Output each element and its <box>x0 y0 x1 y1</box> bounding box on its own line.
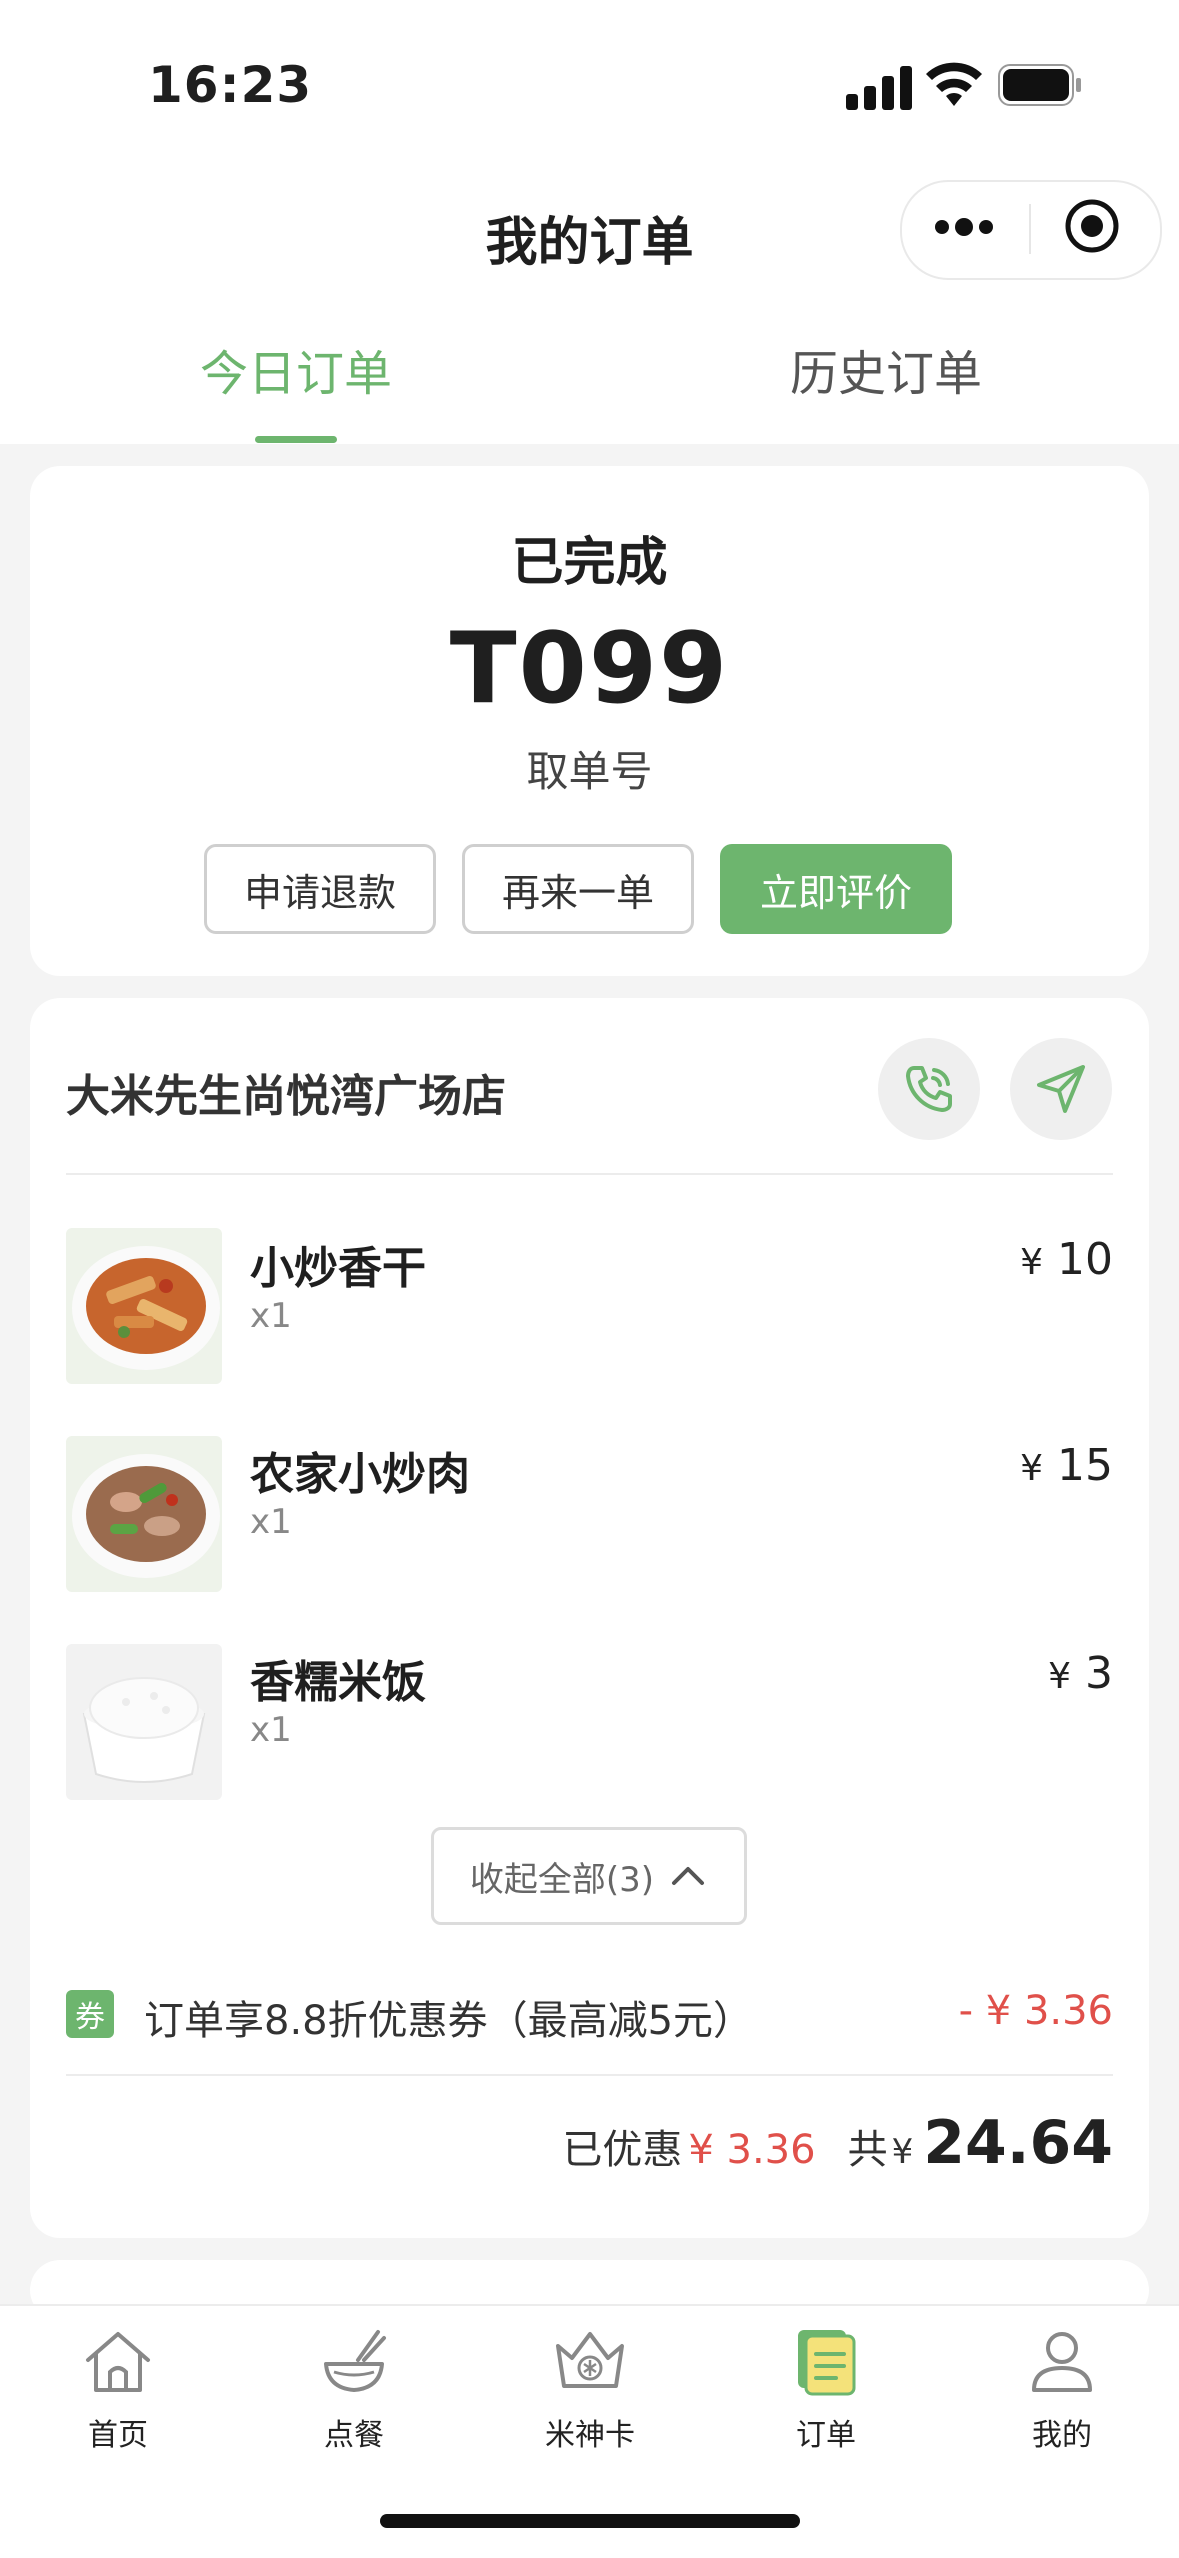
bowl-icon <box>324 2330 386 2392</box>
item-quantity: x1 <box>250 1710 292 1750</box>
tab-history-orders[interactable]: 历史订单 <box>790 334 982 404</box>
more-dots-icon[interactable] <box>934 212 994 242</box>
item-name: 小炒香干 <box>250 1243 426 1294</box>
wifi-icon <box>926 62 982 106</box>
order-list-icon <box>798 2330 856 2396</box>
item-name: 香糯米饭 <box>250 1657 426 1708</box>
order-status-text: 已完成 <box>511 533 668 593</box>
profile-icon <box>1032 2332 1092 2392</box>
item-quantity: x1 <box>250 1296 292 1336</box>
collapse-items-button[interactable]: 收起全部(3) <box>431 1827 747 1925</box>
order-detail-card <box>30 998 1149 2238</box>
item-thumbnail <box>66 1228 222 1384</box>
active-tab-indicator <box>255 436 337 443</box>
rate-button[interactable]: 立即评价 <box>720 844 952 934</box>
total-label: 共 <box>847 2127 888 2173</box>
item-thumbnail <box>66 1644 222 1800</box>
battery-icon <box>998 64 1081 106</box>
coupon-badge: 券 <box>66 1990 114 2038</box>
coupon-description: 订单享8.8折优惠券（最高减5元） <box>144 1998 754 2044</box>
pickup-code: T099 <box>449 612 730 726</box>
cellular-signal-icon <box>846 66 912 110</box>
refund-button[interactable]: 申请退款 <box>204 844 436 934</box>
total-currency: ¥ <box>891 2132 914 2172</box>
bottom-tab-label: 首页 <box>88 2418 148 2453</box>
navigation-icon <box>1037 1065 1085 1113</box>
bottom-tab-label: 订单 <box>796 2418 856 2453</box>
total-amount: 24.64 <box>923 2108 1113 2178</box>
crown-card-icon <box>556 2332 624 2388</box>
store-name: 大米先生尚悦湾广场店 <box>66 1071 506 1122</box>
close-target-icon[interactable] <box>1064 198 1120 254</box>
bottom-tab-label: 米神卡 <box>545 2418 635 2453</box>
currency-symbol: ¥ <box>1020 1448 1043 1489</box>
bottom-tab-orders[interactable]: 订单 <box>708 2320 944 2454</box>
bottom-tab-label: 点餐 <box>324 2418 384 2453</box>
order-tabs <box>0 300 1179 444</box>
collapse-label: 收起全部(3) <box>469 1859 655 1900</box>
capsule-divider <box>1029 204 1031 254</box>
totals-divider <box>66 2074 1113 2076</box>
item-price: ¥ 3 <box>1048 1648 1113 1699</box>
status-time: 16:23 <box>148 56 313 114</box>
bottom-tab-profile[interactable]: 我的 <box>944 2320 1179 2454</box>
currency-symbol: ¥ <box>1020 1242 1043 1283</box>
chevron-up-icon <box>672 1867 705 1885</box>
item-thumbnail <box>66 1436 222 1592</box>
currency-symbol: ¥ <box>1048 1656 1071 1697</box>
item-quantity: x1 <box>250 1502 292 1542</box>
item-price-value: 15 <box>1057 1440 1113 1491</box>
item-price-value: 3 <box>1085 1648 1113 1699</box>
reorder-button[interactable]: 再来一单 <box>462 844 694 934</box>
navigate-store-button[interactable] <box>1010 1038 1112 1140</box>
order-total-row: 已优惠 ¥ 3.36 共 ¥ 24.64 <box>562 2108 1113 2178</box>
tab-today-orders[interactable]: 今日订单 <box>200 334 392 404</box>
store-divider <box>66 1173 1113 1175</box>
pickup-code-label: 取单号 <box>526 747 653 796</box>
item-name: 农家小炒肉 <box>250 1449 470 1500</box>
call-store-button[interactable] <box>878 1038 980 1140</box>
item-price: ¥ 10 <box>1020 1234 1113 1285</box>
bottom-tab-home[interactable]: 首页 <box>0 2320 236 2454</box>
phone-icon <box>906 1066 952 1112</box>
saved-label: 已优惠 <box>562 2127 683 2173</box>
bottom-tab-order-food[interactable]: 点餐 <box>236 2320 472 2454</box>
bottom-tab-label: 我的 <box>1032 2418 1092 2453</box>
home-indicator <box>380 2514 800 2528</box>
item-price: ¥ 15 <box>1020 1440 1113 1491</box>
coupon-discount-amount: - ¥ 3.36 <box>958 1988 1113 2034</box>
home-icon <box>86 2332 150 2392</box>
item-price-value: 10 <box>1057 1234 1113 1285</box>
saved-amount: ¥ 3.36 <box>688 2127 816 2173</box>
bottom-tab-card[interactable]: 米神卡 <box>472 2320 708 2454</box>
